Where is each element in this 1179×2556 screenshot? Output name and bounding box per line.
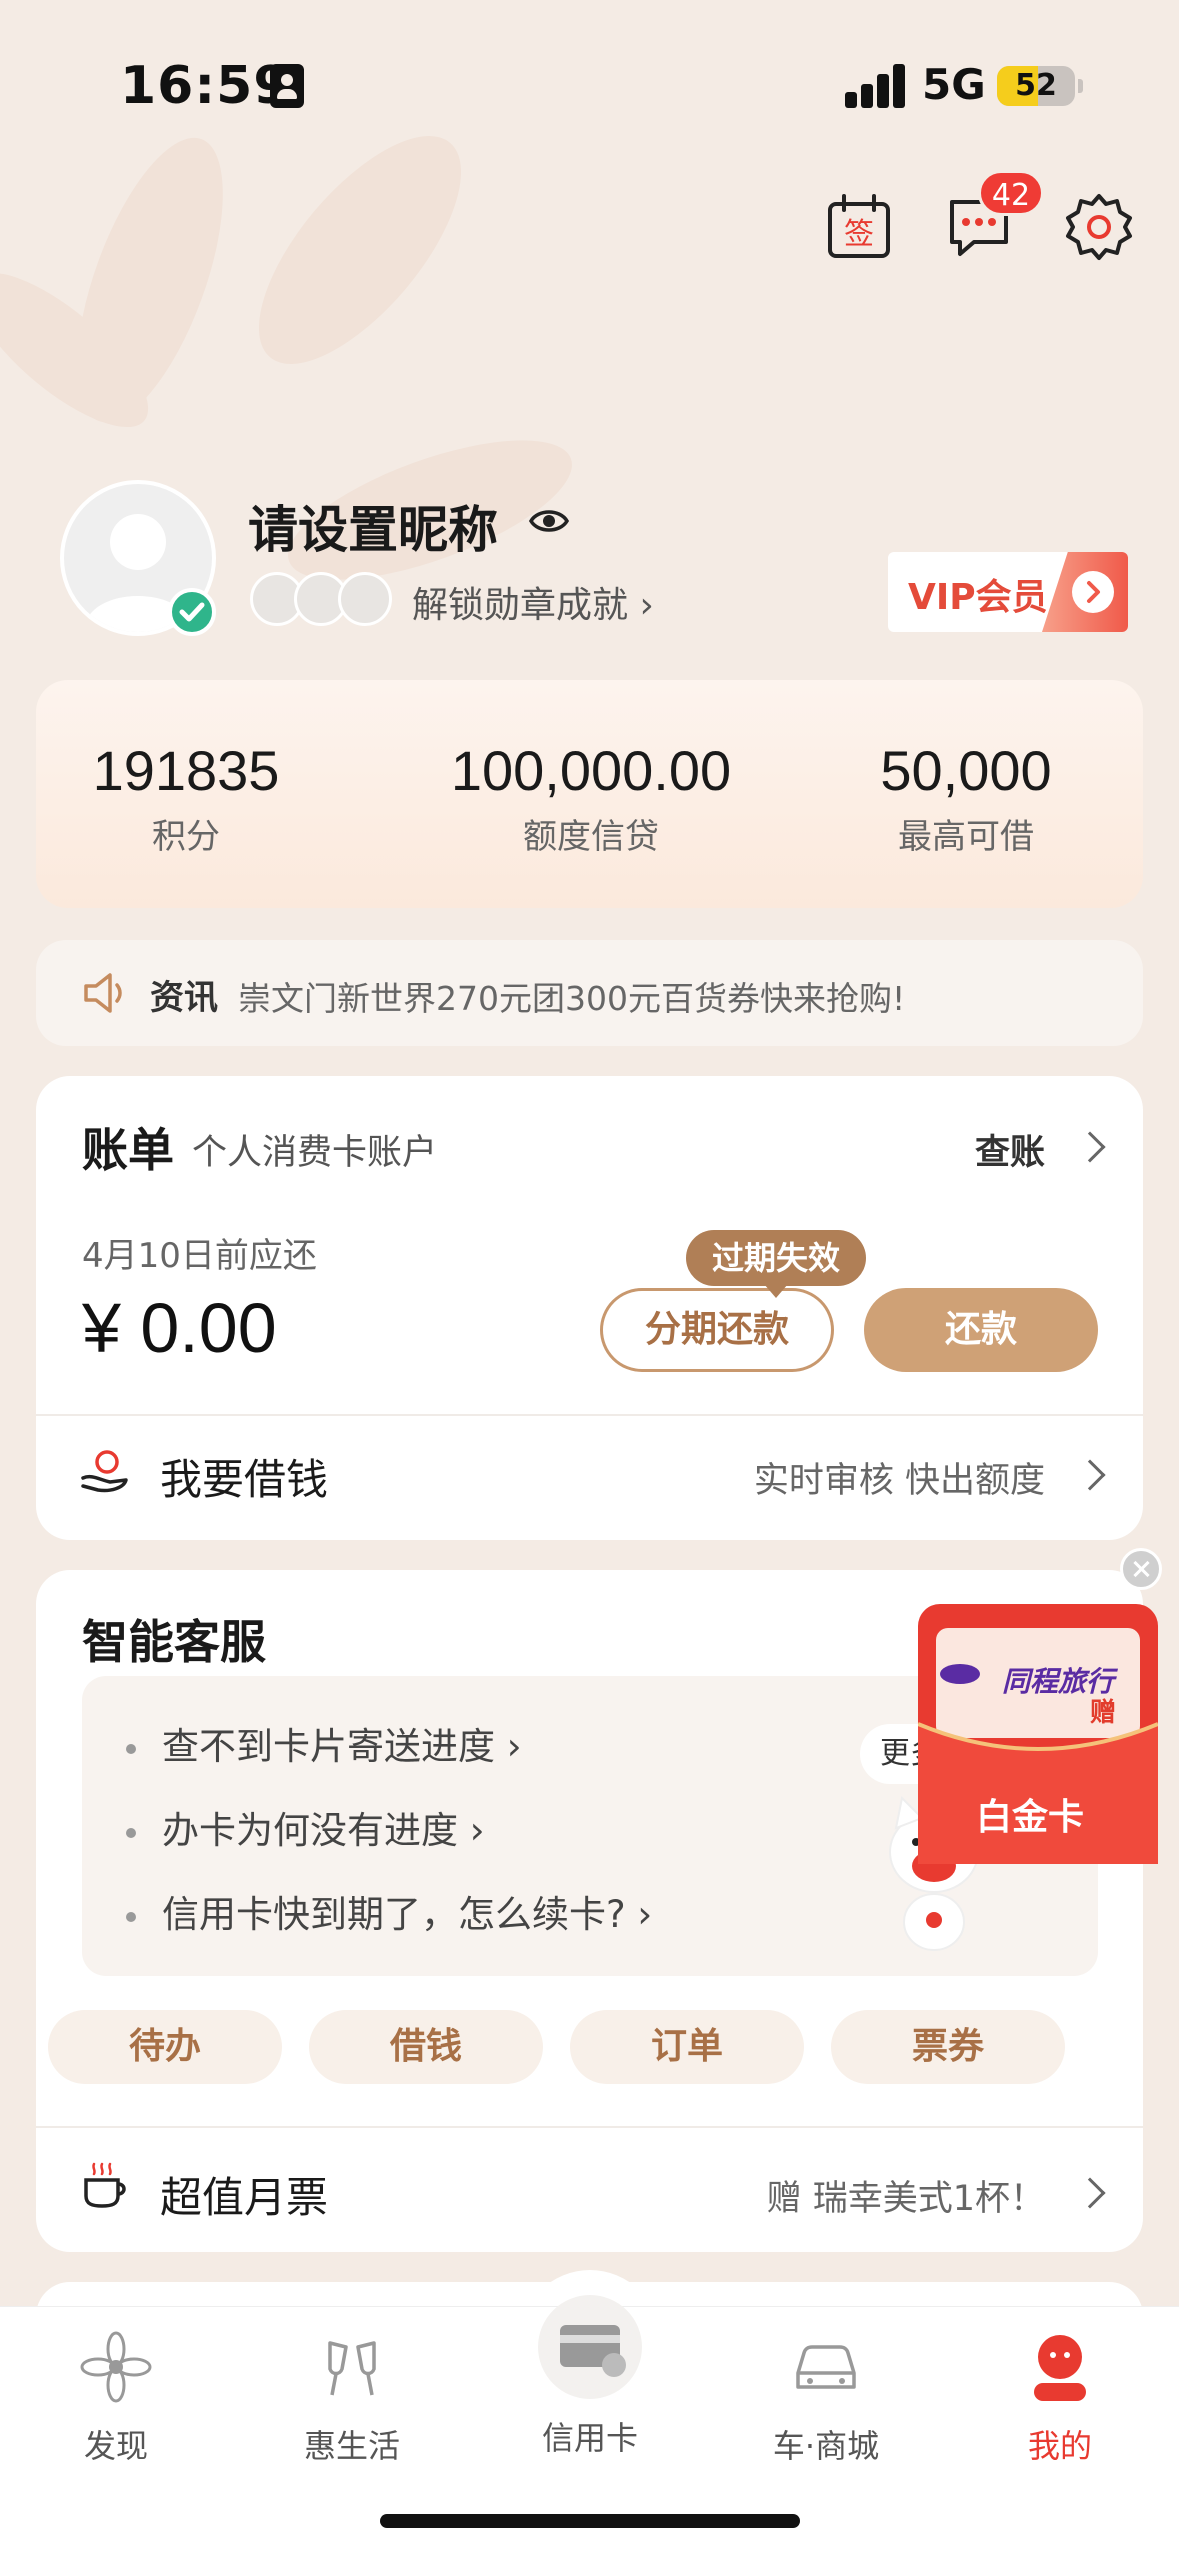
vip-label: VIP会员 (908, 577, 1048, 618)
stat-label: 额度信贷 (523, 817, 659, 857)
tab-label: 车·商城 (772, 2427, 880, 2465)
verified-check-icon (168, 588, 216, 636)
cheers-icon (312, 2327, 392, 2407)
bill-title: 账单 (82, 1123, 174, 1177)
nickname[interactable]: 请设置昵称 (248, 490, 498, 562)
discover-icon (76, 2327, 156, 2407)
borrow-desc[interactable]: 实时审核 快出额度 (754, 1452, 1045, 1503)
due-amount: ¥ 0.00 (82, 1289, 277, 1367)
pill-todo[interactable]: 待办 (48, 2010, 282, 2084)
close-icon[interactable] (1120, 1548, 1162, 1590)
pill-borrow[interactable]: 借钱 (309, 2010, 543, 2084)
tab-mine[interactable]: 我的 (970, 2327, 1150, 2467)
status-time: 16:59 (120, 56, 291, 116)
battery-level: 52 (1015, 68, 1057, 103)
battery-icon: 52 (997, 66, 1075, 106)
chevron-right-icon (1072, 571, 1114, 613)
bill-card: 账单 个人消费卡账户 查账 4月10日前应还 ¥ 0.00 分期还款 过期失效 … (36, 1076, 1143, 1540)
tab-car-mall[interactable]: 车·商城 (736, 2327, 916, 2467)
news-banner[interactable]: 资讯 崇文门新世界270元团300元百货券快来抢购! (36, 940, 1143, 1046)
message-badge: 42 (978, 170, 1044, 216)
chevron-right-icon: › (637, 1893, 653, 1936)
network-type: 5G (922, 60, 986, 109)
settings-gear-icon[interactable] (1064, 192, 1134, 262)
checkin-calendar-icon[interactable]: 签 (824, 192, 894, 262)
vip-arrow (1042, 552, 1128, 632)
bullet (126, 1911, 136, 1922)
coffee-cup-icon (82, 2160, 126, 2210)
tab-credit-card[interactable]: 信用卡 (500, 2295, 680, 2459)
bill-subtitle: 个人消费卡账户 (192, 1133, 438, 1173)
borrow-label[interactable]: 我要借钱 (160, 1446, 328, 1507)
divider (36, 2126, 1143, 2128)
faq-text: 查不到卡片寄送进度 (162, 1725, 495, 1768)
stat-label: 最高可借 (898, 817, 1034, 857)
battery-tip (1078, 79, 1083, 93)
medal-icon (338, 572, 392, 626)
promo-label: 白金卡 (976, 1797, 1085, 1838)
chevron-right-icon: › (469, 1809, 485, 1852)
pill-coupons[interactable]: 票券 (831, 2010, 1065, 2084)
checkin-char: 签 (844, 217, 874, 252)
expired-tag: 过期失效 (686, 1230, 866, 1298)
divider (36, 1414, 1143, 1416)
status-bar: 16:59 5G 52 (0, 0, 1179, 175)
stat-points[interactable]: 191835 积分 (76, 738, 296, 858)
tab-label: 信用卡 (541, 2419, 638, 2457)
bullet (126, 1743, 136, 1754)
contact-card-icon (270, 64, 304, 108)
stat-credit[interactable]: 100,000.00 额度信贷 (436, 738, 746, 858)
monthly-ticket-desc[interactable]: 赠 瑞幸美式1杯！ (767, 2170, 1045, 2221)
due-date: 4月10日前应还 (82, 1236, 317, 1276)
tab-label: 惠生活 (303, 2427, 400, 2465)
stat-label: 积分 (152, 817, 220, 857)
tab-discover[interactable]: 发现 (26, 2327, 206, 2467)
vip-member-button[interactable]: VIP会员 (888, 552, 1128, 632)
faq-item[interactable]: 信用卡快到期了，怎么续卡? › (126, 1884, 652, 1938)
tab-label: 我的 (1027, 2427, 1092, 2465)
news-text: 崇文门新世界270元团300元百货券快来抢购! (238, 979, 906, 1018)
credit-card-icon (538, 2295, 642, 2399)
repay-button[interactable]: 还款 (864, 1288, 1098, 1372)
bullet (126, 1827, 136, 1838)
faq-item[interactable]: 办卡为何没有进度 › (126, 1800, 485, 1854)
stat-value: 50,000 (880, 739, 1052, 802)
speaker-icon (80, 970, 128, 1016)
background-decoration (0, 136, 572, 580)
faq-item[interactable]: 查不到卡片寄送进度 › (126, 1716, 522, 1770)
stats-card: 191835 积分 100,000.00 额度信贷 50,000 最高可借 (36, 680, 1143, 908)
pill-orders[interactable]: 订单 (570, 2010, 804, 2084)
installment-button[interactable]: 分期还款 (600, 1288, 834, 1372)
stat-value: 191835 (92, 739, 280, 802)
medals-row[interactable] (250, 572, 394, 626)
stat-max-loan[interactable]: 50,000 最高可借 (856, 738, 1076, 858)
medal-achievement-link[interactable]: 解锁勋章成就 › (412, 576, 654, 628)
tab-label: 发现 (83, 2427, 148, 2465)
promo-gift-tag: 赠 (1090, 1698, 1117, 1728)
medal-link-label: 解锁勋章成就 (412, 585, 629, 626)
service-title: 智能客服 (82, 1615, 266, 1669)
faq-text: 信用卡快到期了，怎么续卡? (162, 1893, 626, 1936)
chevron-right-icon: › (506, 1725, 522, 1768)
profile-icon (1020, 2327, 1100, 2407)
chevron-right-icon (1074, 1131, 1106, 1163)
home-indicator[interactable] (380, 2514, 800, 2528)
monthly-ticket-label[interactable]: 超值月票 (160, 2164, 328, 2225)
hand-money-icon (80, 1446, 130, 1496)
stat-value: 100,000.00 (450, 739, 732, 802)
chevron-right-icon: › (639, 585, 654, 626)
eye-icon[interactable] (528, 500, 570, 542)
check-bill-link[interactable]: 查账 (975, 1124, 1045, 1175)
news-tag: 资讯 (150, 978, 218, 1018)
signal-icon (845, 64, 907, 108)
car-icon (786, 2327, 866, 2407)
chevron-right-icon (1074, 2177, 1106, 2209)
chevron-right-icon (1074, 1459, 1106, 1491)
tab-life[interactable]: 惠生活 (262, 2327, 442, 2467)
faq-text: 办卡为何没有进度 (162, 1809, 458, 1852)
